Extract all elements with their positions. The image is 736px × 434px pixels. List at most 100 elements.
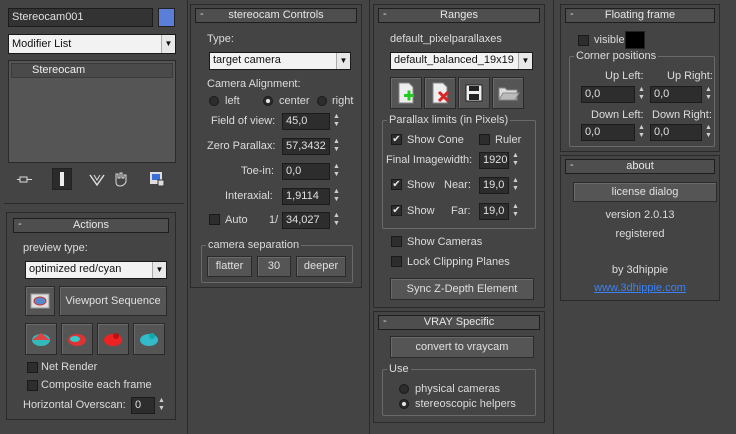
preset-value: default_balanced_19x19 — [394, 54, 514, 66]
object-name-field[interactable]: Stereocam001 — [8, 8, 153, 27]
toe-in-field[interactable]: 0,0 — [282, 163, 330, 180]
up-left-spinner[interactable]: ▲ ▼ — [637, 86, 646, 103]
show-far-checkbox[interactable]: ✔ — [391, 205, 402, 216]
final-imagewidth-field[interactable]: 1920 — [479, 152, 509, 169]
interaxial-spinner[interactable]: ▲ ▼ — [332, 188, 341, 205]
stack-item-stereocam[interactable]: Stereocam — [11, 63, 173, 78]
physical-cameras-radio[interactable] — [399, 384, 409, 394]
show-cameras-checkbox[interactable] — [391, 236, 402, 247]
modifier-list-label: Modifier List — [12, 38, 72, 50]
far-field[interactable]: 19,0 — [479, 203, 509, 220]
website-link[interactable]: www.3dhippie.com — [561, 281, 719, 295]
camera-type-dropdown[interactable]: target camera ▼ — [209, 52, 351, 70]
vray-title: VRAY Specific — [423, 316, 495, 328]
open-preset-button[interactable] — [492, 77, 524, 109]
interaxial-field[interactable]: 1,9114 — [282, 188, 330, 205]
separation-value-button[interactable]: 30 — [257, 256, 291, 277]
far-spinner[interactable]: ▲ ▼ — [511, 203, 520, 220]
interaxial-ratio-spinner[interactable]: ▲ ▼ — [332, 212, 341, 229]
viewport-icon-button[interactable] — [25, 286, 55, 316]
interaxial-ratio-field[interactable]: 34,027 — [282, 212, 330, 229]
website-link-text[interactable]: www.3dhippie.com — [594, 282, 686, 294]
up-right-field[interactable]: 0,0 — [650, 86, 702, 103]
anaglyph-mixed-icon — [68, 334, 86, 346]
far-label: Far: — [451, 205, 471, 217]
lock-clipping-checkbox[interactable] — [391, 256, 402, 267]
remove-modifier-icon[interactable] — [112, 170, 130, 188]
composite-each-frame-label: Composite each frame — [41, 379, 152, 391]
field-of-view-spinner[interactable]: ▲ ▼ — [332, 113, 341, 130]
visible-checkbox[interactable] — [578, 35, 589, 46]
composite-each-frame-checkbox[interactable] — [27, 380, 38, 391]
chevron-down-icon: ▼ — [518, 53, 532, 69]
column-separator — [369, 0, 370, 434]
alignment-left-label: left — [225, 95, 240, 107]
about-header[interactable]: - about — [565, 159, 715, 174]
show-cone-checkbox[interactable]: ✔ — [391, 134, 402, 145]
camera-type-value: target camera — [213, 54, 281, 66]
floating-frame-header[interactable]: - Floating frame — [565, 8, 715, 23]
modifier-stack[interactable]: Stereocam — [8, 60, 176, 163]
preview-type-value: optimized red/cyan — [29, 263, 122, 275]
auto-checkbox[interactable] — [209, 214, 220, 225]
down-left-field[interactable]: 0,0 — [581, 124, 635, 141]
final-imagewidth-spinner[interactable]: ▲ ▼ — [511, 152, 520, 169]
deeper-button[interactable]: deeper — [296, 256, 346, 277]
down-right-spinner[interactable]: ▲ ▼ — [704, 124, 713, 141]
show-near-checkbox[interactable]: ✔ — [391, 179, 402, 190]
about-title: about — [626, 160, 654, 172]
pin-stack-icon[interactable] — [16, 172, 34, 188]
near-label: Near: — [444, 179, 471, 191]
down-right-field[interactable]: 0,0 — [650, 124, 702, 141]
vray-header[interactable]: - VRAY Specific — [378, 315, 540, 330]
ranges-header[interactable]: - Ranges — [378, 8, 540, 23]
red-cyan-mixed-button[interactable] — [61, 323, 93, 355]
up-left-field[interactable]: 0,0 — [581, 86, 635, 103]
left-column: Stereocam001 Modifier List ▼ Stereocam -… — [0, 0, 186, 434]
preview-type-dropdown[interactable]: optimized red/cyan ▼ — [25, 261, 167, 279]
collapse-icon: - — [383, 8, 387, 20]
camera-separation-label: camera separation — [206, 238, 302, 252]
preset-dropdown[interactable]: default_balanced_19x19 ▼ — [390, 52, 533, 70]
alignment-left-radio[interactable] — [209, 96, 219, 106]
delete-preset-button[interactable] — [424, 77, 456, 109]
configure-modifier-sets-icon[interactable] — [148, 170, 166, 188]
flatter-button[interactable]: flatter — [207, 256, 252, 277]
toe-in-spinner[interactable]: ▲ ▼ — [332, 163, 341, 180]
save-preset-button[interactable] — [458, 77, 490, 109]
field-of-view-field[interactable]: 45,0 — [282, 113, 330, 130]
stereocam-controls-header[interactable]: - stereocam Controls — [195, 8, 357, 23]
horizontal-overscan-spinner[interactable]: ▲ ▼ — [157, 397, 166, 414]
license-dialog-button[interactable]: license dialog — [573, 182, 717, 202]
frame-color-swatch[interactable] — [625, 31, 645, 49]
stereoscopic-helpers-radio[interactable] — [399, 399, 409, 409]
down-left-spinner[interactable]: ▲ ▼ — [637, 124, 646, 141]
alignment-center-radio[interactable] — [263, 96, 273, 106]
net-render-checkbox[interactable] — [27, 362, 38, 373]
alignment-right-radio[interactable] — [317, 96, 327, 106]
show-cameras-label: Show Cameras — [407, 236, 483, 248]
object-color-swatch[interactable] — [158, 8, 175, 27]
horizontal-overscan-field[interactable]: 0 — [131, 397, 155, 414]
modifier-list-dropdown[interactable]: Modifier List ▼ — [8, 34, 176, 54]
collapse-icon: - — [383, 315, 387, 327]
near-field[interactable]: 19,0 — [479, 177, 509, 194]
zero-parallax-spinner[interactable]: ▲ ▼ — [332, 138, 341, 155]
show-end-result-icon[interactable] — [52, 168, 72, 190]
cyan-only-button[interactable] — [133, 323, 165, 355]
add-preset-button[interactable] — [390, 77, 422, 109]
zero-parallax-field[interactable]: 57,3432 — [282, 138, 330, 155]
near-spinner[interactable]: ▲ ▼ — [511, 177, 520, 194]
red-only-button[interactable] — [97, 323, 129, 355]
chevron-down-icon: ▼ — [336, 53, 350, 69]
sync-zdepth-button[interactable]: Sync Z-Depth Element — [390, 278, 534, 300]
make-unique-icon[interactable] — [88, 172, 106, 188]
zero-parallax-label: Zero Parallax: — [207, 140, 276, 152]
actions-header[interactable]: - Actions — [13, 218, 169, 233]
interaxial-label: Interaxial: — [225, 190, 273, 202]
ruler-checkbox[interactable] — [479, 134, 490, 145]
convert-to-vraycam-button[interactable]: convert to vraycam — [390, 336, 534, 358]
red-cyan-left-button[interactable] — [25, 323, 57, 355]
up-right-spinner[interactable]: ▲ ▼ — [704, 86, 713, 103]
viewport-sequence-button[interactable]: Viewport Sequence — [59, 286, 167, 316]
